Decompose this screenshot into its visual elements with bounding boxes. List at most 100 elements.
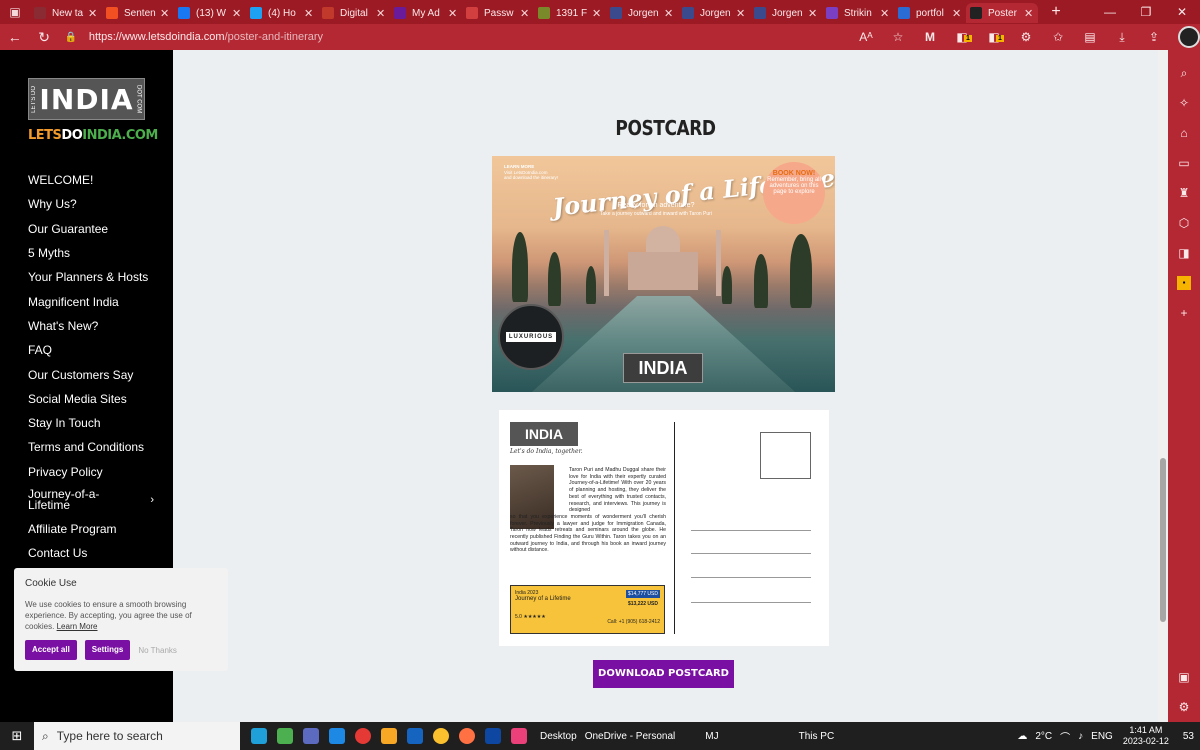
browser-tab[interactable]: Jorgen ✕ (750, 3, 822, 23)
onedrive-label[interactable]: OneDrive - Personal (585, 731, 676, 742)
volume-icon[interactable]: ♪ (1078, 731, 1083, 742)
extensions-icon[interactable]: ⚙ (1010, 30, 1042, 44)
menu-item-social-media[interactable]: Social Media Sites (28, 387, 158, 411)
tab-close-icon[interactable]: ✕ (160, 7, 170, 20)
browser-tab[interactable]: Jorgen ✕ (678, 3, 750, 23)
mail-icon[interactable] (402, 726, 428, 746)
photos-icon[interactable] (506, 726, 532, 746)
temperature[interactable]: 2°C (1035, 731, 1052, 742)
menu-item-faq[interactable]: FAQ (28, 338, 158, 362)
browser-tab[interactable]: (13) W ✕ (174, 3, 246, 23)
add-icon[interactable]: + (1180, 298, 1187, 328)
tab-close-icon[interactable]: ✕ (808, 7, 818, 20)
sidebar-layout-icon[interactable]: ▣ (1178, 662, 1189, 692)
tab-close-icon[interactable]: ✕ (1024, 7, 1034, 20)
profile-avatar[interactable] (1178, 26, 1200, 48)
close-window-icon[interactable]: ✕ (1164, 5, 1200, 19)
browser-tab[interactable]: Digital ✕ (318, 3, 390, 23)
browser-tab[interactable]: New ta ✕ (30, 3, 102, 23)
browser-tab[interactable]: Strikin ✕ (822, 3, 894, 23)
search-icon[interactable]: ⌕ (1181, 58, 1188, 88)
weather-icon[interactable]: ☁ (1017, 731, 1027, 742)
url-field[interactable]: 🔒 https://www.letsdoindia.com /poster-an… (65, 26, 810, 48)
browser-tab[interactable]: Jorgen ✕ (606, 3, 678, 23)
outlook-icon[interactable]: ◨ (1178, 238, 1189, 268)
edge-icon[interactable] (246, 726, 272, 746)
hexagon-icon[interactable]: ⬡ (1179, 208, 1189, 238)
app-icon[interactable] (324, 726, 350, 746)
chevron-right-icon[interactable]: › (150, 494, 154, 506)
share-icon[interactable]: ⇪ (1138, 30, 1170, 44)
clock[interactable]: 1:41 AM 2023-02-12 (1123, 725, 1169, 747)
language[interactable]: ENG (1091, 731, 1113, 742)
menu-item-terms[interactable]: Terms and Conditions (28, 435, 158, 459)
windows-start-icon[interactable]: ⊞ (0, 722, 34, 750)
tab-close-icon[interactable]: ✕ (232, 7, 242, 20)
browser-tab[interactable]: Passw ✕ (462, 3, 534, 23)
tab-actions-icon[interactable]: ▣ (0, 0, 30, 24)
accept-all-button[interactable]: Accept all (25, 640, 77, 660)
browser-tab[interactable]: portfol ✕ (894, 3, 966, 23)
favorites-icon[interactable]: ✩ (1042, 30, 1074, 44)
browser-tab[interactable]: Senten ✕ (102, 3, 174, 23)
menu-item-why-us[interactable]: Why Us? (28, 192, 158, 216)
lock-icon[interactable]: 🔒 (65, 32, 83, 43)
network-icon[interactable]: ⌒ (1060, 729, 1070, 744)
browser-tab[interactable]: 1391 F ✕ (534, 3, 606, 23)
extension-badge-2[interactable]: ◧ 1 (978, 30, 1010, 44)
sparkle-icon[interactable]: ✧ (1179, 88, 1189, 118)
app-icon[interactable]: ▪ (1177, 276, 1191, 290)
download-postcard-button[interactable]: DOWNLOAD POSTCARD (593, 660, 734, 688)
browser-tab[interactable]: (4) Ho ✕ (246, 3, 318, 23)
menu-item-journey[interactable]: Journey-of-a-Lifetime › (28, 484, 158, 517)
menu-item-stay-in-touch[interactable]: Stay In Touch (28, 411, 158, 435)
menu-item-magnificent-india[interactable]: Magnificent India (28, 289, 158, 313)
tab-close-icon[interactable]: ✕ (952, 7, 962, 20)
add-favorite-icon[interactable]: ☆ (882, 30, 914, 44)
refresh-icon[interactable]: ↻ (29, 29, 58, 46)
back-icon[interactable]: ← (0, 29, 29, 45)
chess-icon[interactable]: ♜ (1179, 178, 1190, 208)
no-thanks-button[interactable]: No Thanks (138, 646, 177, 655)
tab-close-icon[interactable]: ✕ (304, 7, 314, 20)
collections-icon[interactable]: ▤ (1074, 30, 1106, 44)
settings-gear-icon[interactable]: ⚙ (1179, 692, 1190, 722)
explorer-icon[interactable] (376, 726, 402, 746)
opera-icon[interactable] (350, 726, 376, 746)
browser-tab[interactable]: My Ad ✕ (390, 3, 462, 23)
tab-close-icon[interactable]: ✕ (376, 7, 386, 20)
menu-item-planners-hosts[interactable]: Your Planners & Hosts (28, 265, 158, 289)
page-scrollbar[interactable] (1158, 50, 1168, 722)
menu-item-privacy[interactable]: Privacy Policy (28, 460, 158, 484)
tab-close-icon[interactable]: ✕ (88, 7, 98, 20)
menu-item-welcome[interactable]: WELCOME! (28, 168, 158, 192)
thispc-label[interactable]: This PC (799, 731, 835, 742)
minimize-icon[interactable]: — (1092, 5, 1128, 19)
extension-badge-1[interactable]: ◧ 1 (946, 30, 978, 44)
menu-item-5-myths[interactable]: 5 Myths (28, 241, 158, 265)
taskbar-search[interactable]: ⌕ Type here to search (34, 722, 240, 750)
tab-close-icon[interactable]: ✕ (448, 7, 458, 20)
menu-item-contact[interactable]: Contact Us (28, 541, 158, 565)
tab-close-icon[interactable]: ✕ (736, 7, 746, 20)
menu-item-whats-new[interactable]: What's New? (28, 314, 158, 338)
store-icon[interactable] (272, 726, 298, 746)
menu-item-customers-say[interactable]: Our Customers Say (28, 362, 158, 386)
scrollbar-thumb[interactable] (1160, 458, 1166, 622)
site-logo[interactable]: LET'S DO INDIA DOT COM (28, 78, 145, 120)
extension-m-icon[interactable]: M (914, 30, 946, 44)
settings-button[interactable]: Settings (84, 640, 131, 660)
briefcase-icon[interactable]: ▭ (1178, 148, 1189, 178)
photoshop-icon[interactable] (480, 726, 506, 746)
tab-close-icon[interactable]: ✕ (520, 7, 530, 20)
desktop-label[interactable]: Desktop (540, 731, 577, 742)
tab-close-icon[interactable]: ✕ (592, 7, 602, 20)
user-label[interactable]: MJ (705, 731, 718, 742)
browser-tab[interactable]: Poster ✕ (966, 3, 1038, 23)
notification-count[interactable]: 53 (1183, 731, 1194, 742)
site-name[interactable]: LETSDOINDIA.COM (28, 128, 158, 143)
firefox-icon[interactable] (454, 726, 480, 746)
read-aloud-icon[interactable]: Aᴬ (850, 30, 882, 44)
chrome-icon[interactable] (428, 726, 454, 746)
new-tab-button[interactable]: + (1044, 3, 1068, 21)
